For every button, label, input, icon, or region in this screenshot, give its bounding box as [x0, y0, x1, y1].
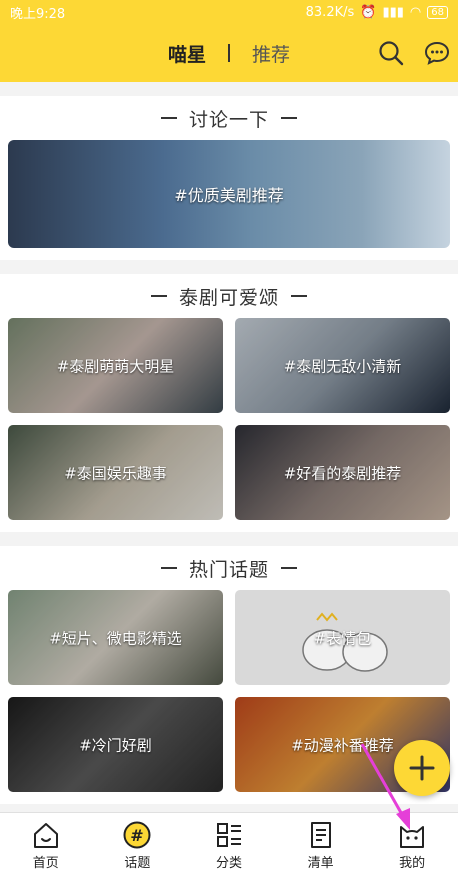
nav-label: 我的 — [399, 856, 426, 871]
tile-label: #短片、微电影精选 — [49, 629, 182, 647]
plus-icon — [409, 755, 435, 781]
search-icon[interactable] — [378, 40, 404, 66]
nav-label: 分类 — [215, 856, 242, 871]
topic-tile[interactable]: #泰剧无敌小清新 — [235, 318, 450, 413]
nav-mine[interactable]: 我的 — [366, 813, 458, 879]
alarm-icon: ⏰ — [360, 4, 377, 20]
bottom-nav: 首页 # 话题 分类 清单 我的 — [0, 812, 458, 879]
hashtag-icon: # — [123, 821, 151, 849]
nav-category[interactable]: 分类 — [183, 813, 275, 879]
wifi-icon: ◠ — [409, 4, 422, 20]
nav-topics[interactable]: # 话题 — [92, 813, 184, 879]
topic-tile[interactable]: #冷门好剧 — [8, 697, 223, 792]
topic-tile[interactable]: #泰剧萌萌大明星 — [8, 318, 223, 413]
topic-tile[interactable]: #表情包 — [235, 590, 450, 685]
banner-label: #优质美剧推荐 — [174, 186, 284, 205]
tab-miaoxing[interactable]: 喵星 — [168, 40, 206, 67]
nav-home[interactable]: 首页 — [0, 813, 92, 879]
svg-text:#: # — [131, 826, 144, 845]
tile-label: #泰国娱乐趣事 — [64, 464, 167, 482]
tile-label: #表情包 — [313, 629, 372, 647]
list-icon — [310, 822, 331, 848]
tile-label: #泰剧萌萌大明星 — [56, 357, 175, 375]
category-icon — [216, 823, 241, 847]
cat-face-icon — [400, 826, 425, 848]
content-feed[interactable]: 讨论一下 #优质美剧推荐 泰剧可爱颂 #泰剧萌萌大明星 #泰剧无敌小清新 #泰国… — [0, 96, 458, 812]
topic-banner[interactable]: #优质美剧推荐 — [8, 140, 450, 248]
tab-recommend[interactable]: 推荐 — [252, 40, 290, 67]
tab-divider — [228, 44, 230, 62]
topic-tile[interactable]: #泰国娱乐趣事 — [8, 425, 223, 520]
battery-indicator: 68 — [427, 5, 448, 19]
nav-label: 话题 — [124, 856, 151, 871]
tile-label: #好看的泰剧推荐 — [283, 464, 402, 482]
topic-tile[interactable]: #短片、微电影精选 — [8, 590, 223, 685]
add-button[interactable] — [394, 740, 450, 796]
section-title: 讨论一下 — [188, 108, 269, 131]
section-thai: 泰剧可爱颂 #泰剧萌萌大明星 #泰剧无敌小清新 #泰国娱乐趣事 #好看的泰剧推荐 — [0, 274, 458, 532]
nav-label: 清单 — [307, 856, 334, 871]
section-title: 热门话题 — [188, 558, 269, 581]
home-icon — [33, 823, 58, 848]
signal-icon: ▮▮▮ — [382, 4, 404, 20]
status-time: 晚上9:28 — [10, 6, 66, 22]
section-discuss: 讨论一下 #优质美剧推荐 — [0, 96, 458, 260]
tile-label: #冷门好剧 — [79, 736, 152, 754]
nav-list[interactable]: 清单 — [275, 813, 367, 879]
section-hot: 热门话题 #短片、微电影精选 #表情包 #冷门好剧 #动漫补番推荐 — [0, 546, 458, 804]
top-header: 喵星 推荐 — [0, 24, 458, 82]
tile-label: #泰剧无敌小清新 — [283, 357, 402, 375]
nav-label: 首页 — [32, 856, 59, 871]
section-title: 泰剧可爱颂 — [178, 286, 279, 309]
topic-tile[interactable]: #好看的泰剧推荐 — [235, 425, 450, 520]
message-icon[interactable] — [424, 40, 450, 66]
network-speed: 83.2K/s — [305, 4, 355, 20]
status-bar: 晚上9:28 83.2K/s ⏰ ▮▮▮ ◠ 68 — [0, 0, 458, 24]
